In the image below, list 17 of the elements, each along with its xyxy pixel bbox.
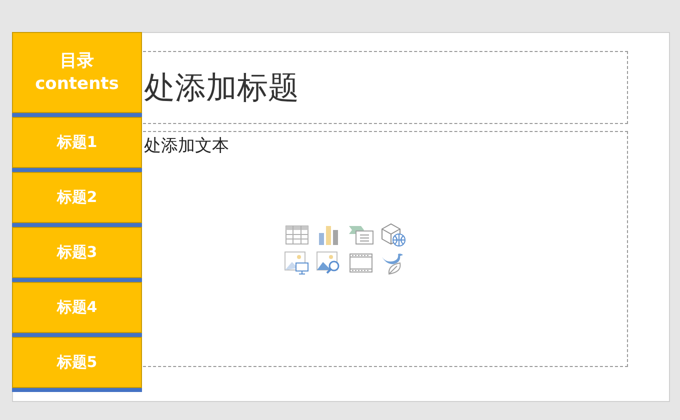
table-icon[interactable]	[285, 225, 309, 245]
smartart-icon[interactable]	[348, 225, 374, 245]
contents-item[interactable]: 标题3	[12, 227, 142, 278]
title-text: 处添加标题	[144, 68, 299, 108]
body-text: 处添加文本	[144, 135, 229, 157]
video-icon[interactable]	[349, 253, 373, 273]
picture-search-icon[interactable]	[316, 251, 342, 275]
cube-globe-icon[interactable]	[380, 223, 406, 247]
picture-monitor-icon[interactable]	[284, 251, 310, 275]
chart-icon[interactable]	[318, 225, 340, 245]
contents-item[interactable]: 标题2	[12, 172, 142, 223]
contents-item[interactable]: 标题5	[12, 337, 142, 388]
contents-item[interactable]: 标题1	[12, 117, 142, 168]
contents-item[interactable]: 标题4	[12, 282, 142, 333]
contents-heading[interactable]: 目录 contents	[12, 32, 142, 113]
title-placeholder[interactable]: 处添加标题	[143, 51, 628, 124]
body-placeholder[interactable]: 处添加文本	[143, 131, 628, 367]
